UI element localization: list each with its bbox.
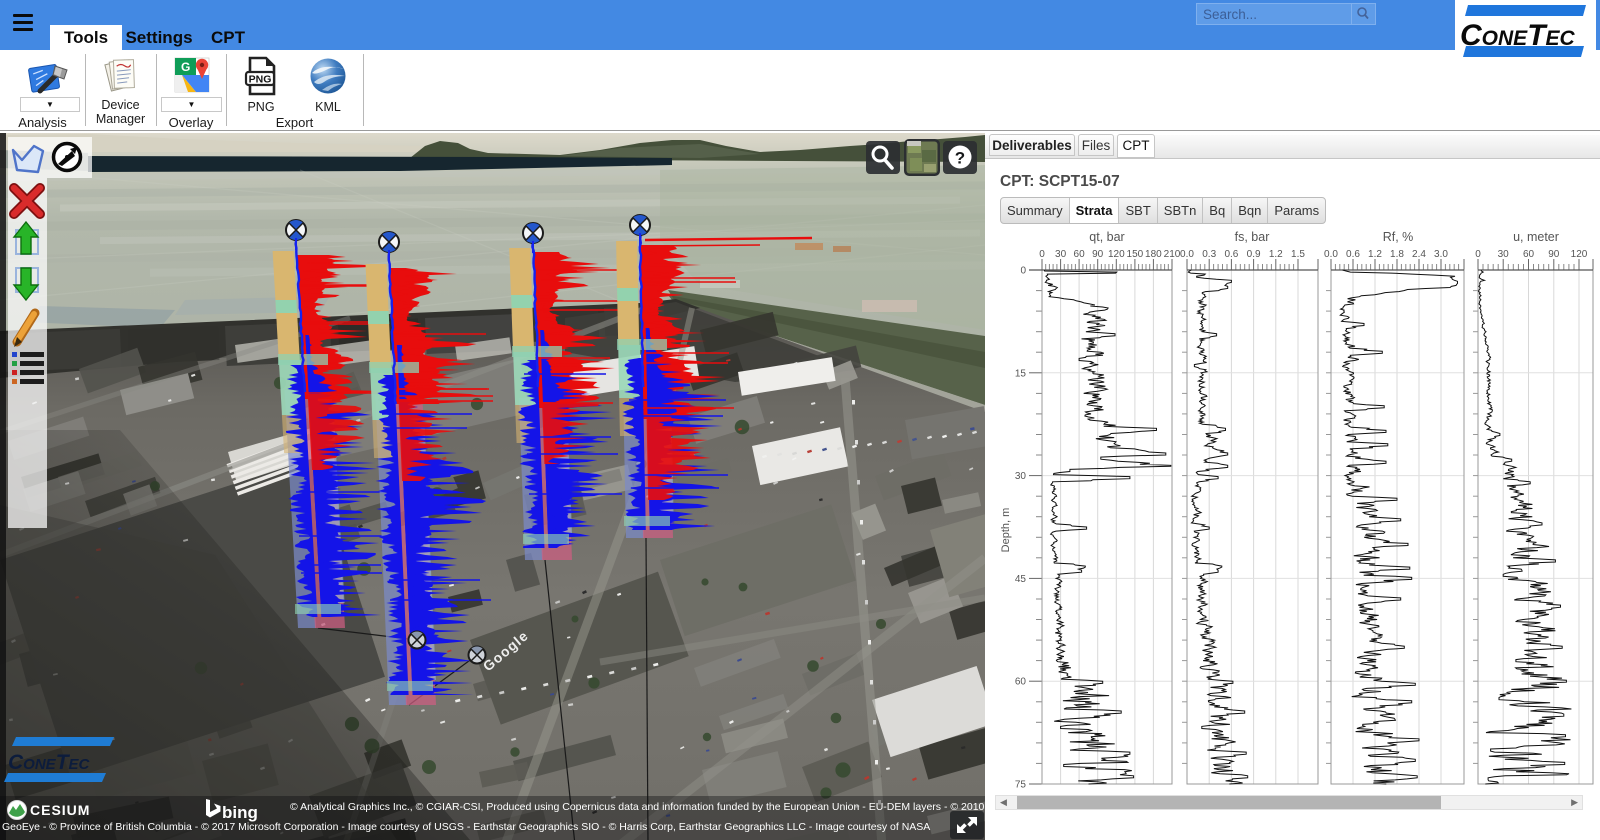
svg-text:CESIUM: CESIUM xyxy=(30,802,90,818)
svg-text:15: 15 xyxy=(1015,368,1027,379)
svg-text:Rf, %: Rf, % xyxy=(1383,230,1414,244)
svg-text:PNG: PNG xyxy=(249,74,272,86)
svg-text:60: 60 xyxy=(1523,249,1535,260)
svg-text:150: 150 xyxy=(1127,249,1144,260)
svg-text:1.2: 1.2 xyxy=(1368,249,1382,260)
svg-text:2.4: 2.4 xyxy=(1412,249,1426,260)
svg-text:180: 180 xyxy=(1145,249,1162,260)
svg-text:30: 30 xyxy=(1015,471,1027,482)
svg-text:0: 0 xyxy=(1020,266,1026,277)
svg-text:fs, bar: fs, bar xyxy=(1235,230,1270,244)
svg-text:1.8: 1.8 xyxy=(1390,249,1404,260)
svg-text:0: 0 xyxy=(1039,249,1045,260)
svg-text:90: 90 xyxy=(1092,249,1104,260)
svg-text:bing: bing xyxy=(222,803,258,822)
svg-text:0.0: 0.0 xyxy=(1180,249,1194,260)
svg-text:GeoEye - © Province of British: GeoEye - © Province of British Columbia … xyxy=(2,821,930,833)
svg-text:© Analytical Graphics Inc., ©: © Analytical Graphics Inc., © CGIAR-CSI,… xyxy=(290,801,985,813)
svg-text:0.6: 0.6 xyxy=(1346,249,1360,260)
svg-text:0: 0 xyxy=(1475,249,1481,260)
svg-text:30: 30 xyxy=(1055,249,1067,260)
svg-text:Depth, m: Depth, m xyxy=(1000,508,1012,553)
svg-text:90: 90 xyxy=(1548,249,1560,260)
svg-text:0.0: 0.0 xyxy=(1324,249,1338,260)
svg-text:3.0: 3.0 xyxy=(1434,249,1448,260)
svg-text:120: 120 xyxy=(1108,249,1125,260)
svg-text:30: 30 xyxy=(1498,249,1510,260)
svg-text:60: 60 xyxy=(1074,249,1086,260)
svg-text:0.9: 0.9 xyxy=(1247,249,1261,260)
svg-text:75: 75 xyxy=(1015,780,1027,791)
svg-text:0.6: 0.6 xyxy=(1224,249,1238,260)
svg-text:G: G xyxy=(181,60,190,74)
svg-text:?: ? xyxy=(955,149,965,168)
svg-text:120: 120 xyxy=(1571,249,1588,260)
svg-text:1.2: 1.2 xyxy=(1269,249,1283,260)
svg-text:0.3: 0.3 xyxy=(1202,249,1216,260)
svg-text:1.5: 1.5 xyxy=(1291,249,1305,260)
svg-text:u, meter: u, meter xyxy=(1513,230,1559,244)
svg-text:60: 60 xyxy=(1015,677,1027,688)
svg-text:210: 210 xyxy=(1164,249,1181,260)
svg-text:45: 45 xyxy=(1015,574,1027,585)
svg-text:qt, bar: qt, bar xyxy=(1089,230,1124,244)
